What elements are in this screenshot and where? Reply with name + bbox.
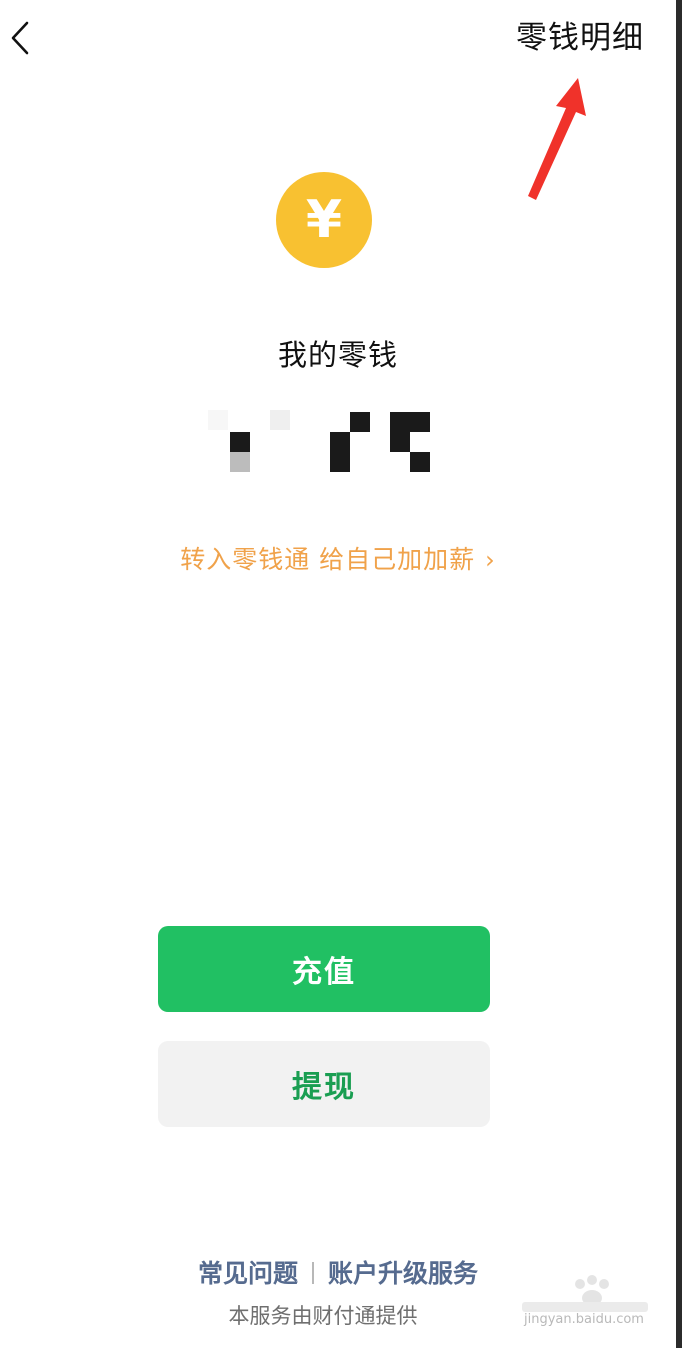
- back-button[interactable]: [0, 14, 40, 62]
- chevron-right-icon: ›: [485, 546, 496, 574]
- promo-label: 转入零钱通 给自己加加薪: [180, 545, 476, 574]
- right-edge-bar: [676, 0, 682, 1348]
- chevron-left-icon: [11, 21, 29, 55]
- balance-title: 我的零钱: [277, 338, 398, 372]
- yuan-coin-icon: ¥: [276, 172, 372, 268]
- promo-link-lingqiantong[interactable]: 转入零钱通 给自己加加薪 ›: [0, 540, 676, 576]
- masked-balance-amount: [208, 410, 432, 474]
- account-upgrade-link[interactable]: 账户升级服务: [328, 1259, 478, 1288]
- withdraw-button[interactable]: 提现: [158, 1041, 490, 1127]
- faq-link[interactable]: 常见问题: [198, 1259, 298, 1288]
- balance-detail-link[interactable]: 零钱明细: [516, 14, 644, 62]
- recharge-button[interactable]: 充值: [158, 926, 490, 1012]
- watermark-text: jingyan.baidu.com: [524, 1312, 644, 1327]
- annotation-arrow-icon: [528, 78, 586, 200]
- coin-glyph: ¥: [305, 190, 343, 250]
- wallet-balance-page: 零钱明细 ¥ 我的零钱 转入零钱通 给自己加加薪 › 充值 提现 常见问题 账户升级…: [0, 0, 682, 1348]
- footer-divider: [312, 1262, 314, 1284]
